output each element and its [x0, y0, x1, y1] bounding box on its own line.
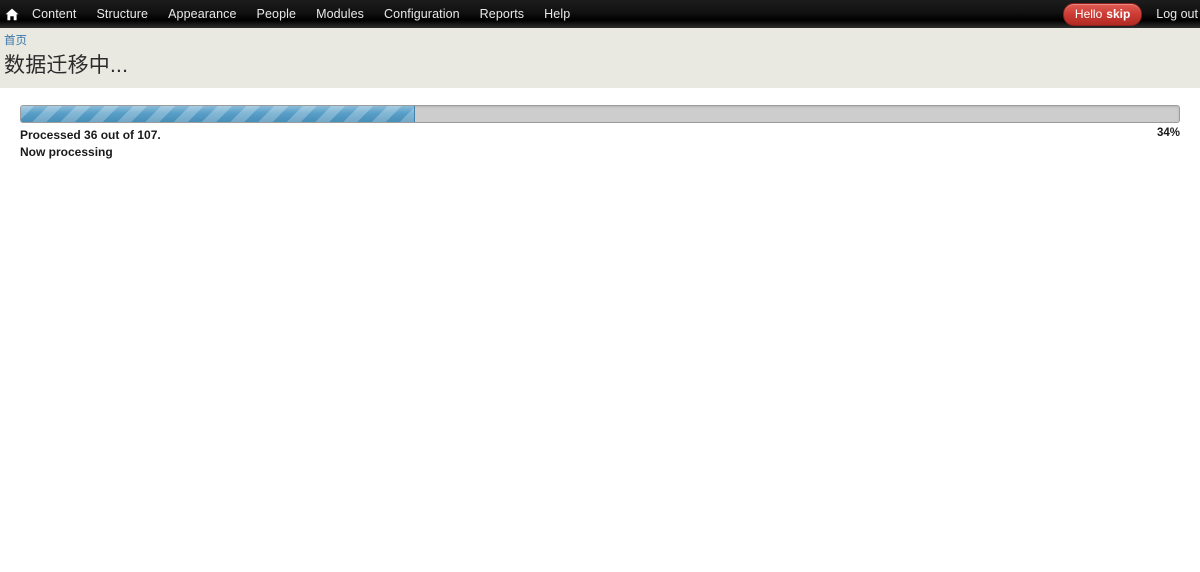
menu-item-people[interactable]: People	[247, 0, 307, 28]
breadcrumb-item-home[interactable]: 首页	[4, 35, 27, 47]
menu-item-configuration[interactable]: Configuration	[374, 0, 470, 28]
page-header: 首页 数据迁移中...	[0, 28, 1200, 88]
logout-link[interactable]: Log out	[1156, 7, 1198, 21]
menu-item-structure[interactable]: Structure	[86, 0, 158, 28]
page-title: 数据迁移中...	[4, 54, 129, 77]
toolbar-user-area: Hello skip Log out	[1062, 0, 1200, 28]
menu-item-modules[interactable]: Modules	[306, 0, 374, 28]
progress-bar-fill	[21, 106, 415, 122]
menu-item-content[interactable]: Content	[22, 0, 86, 28]
home-icon-link[interactable]	[0, 0, 22, 28]
batch-progress-region: Processed 36 out of 107. Now processing …	[20, 105, 1180, 159]
progress-label: Now processing	[20, 145, 113, 159]
progress-message: Processed 36 out of 107.	[20, 128, 161, 142]
progress-bar-track	[20, 105, 1180, 123]
user-name-text: skip	[1106, 6, 1131, 21]
main-content: Processed 36 out of 107. Now processing …	[0, 88, 1200, 572]
menu-item-reports[interactable]: Reports	[470, 0, 534, 28]
progress-percentage: 34%	[1156, 127, 1180, 139]
breadcrumb: 首页	[4, 34, 1200, 48]
home-icon	[5, 8, 19, 21]
user-greeting-text: Hello	[1074, 6, 1103, 21]
toolbar-menu: Content Structure Appearance People Modu…	[0, 0, 580, 28]
admin-toolbar: Content Structure Appearance People Modu…	[0, 0, 1200, 28]
user-greeting-badge[interactable]: Hello skip	[1062, 2, 1143, 26]
menu-item-help[interactable]: Help	[534, 0, 580, 28]
menu-item-appearance[interactable]: Appearance	[158, 0, 246, 28]
